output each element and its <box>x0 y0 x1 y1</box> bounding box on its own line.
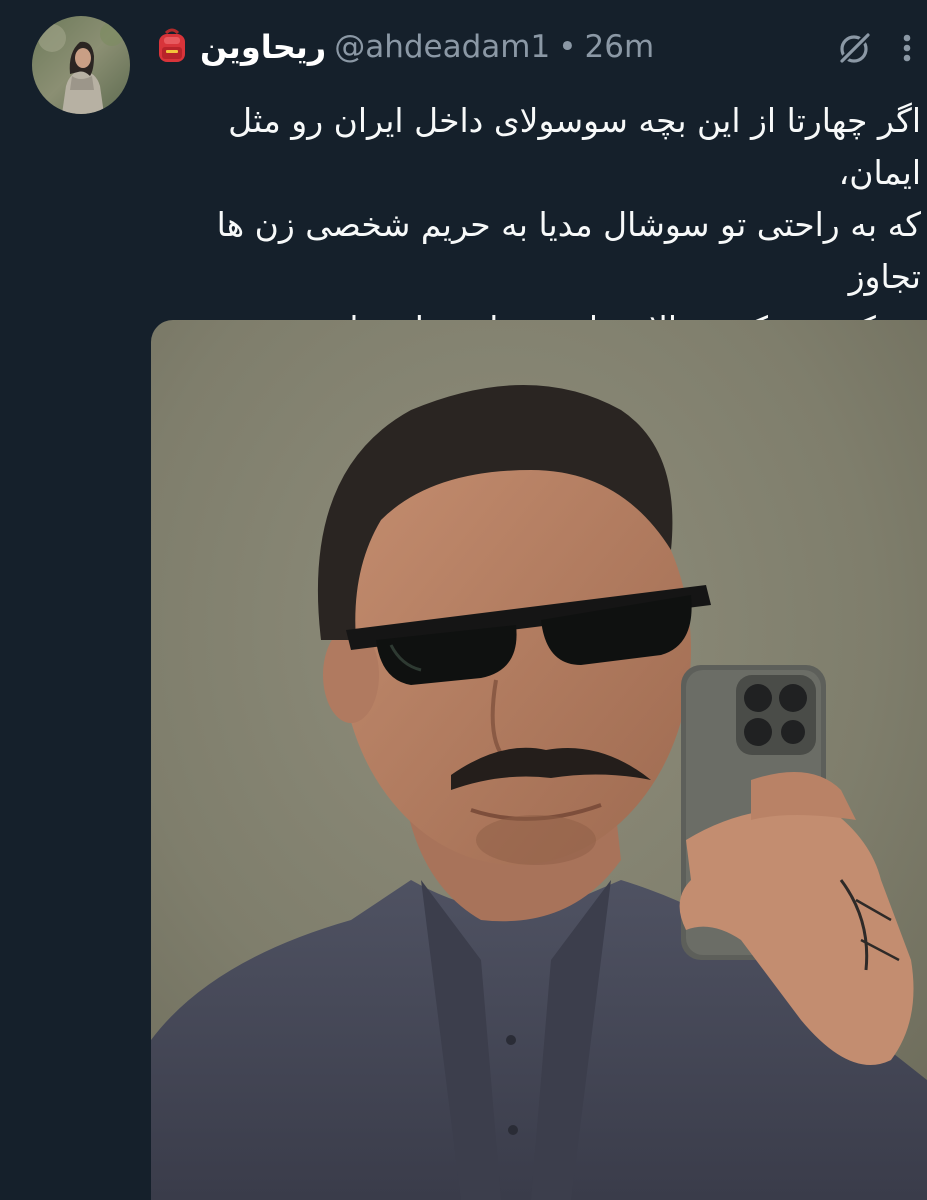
author-display-name[interactable]: ریحاوین <box>200 28 326 66</box>
avatar-image <box>32 16 130 114</box>
tweet-header: ریحاوین @ahdeadam1 • 26m <box>152 24 654 70</box>
more-options-icon[interactable] <box>895 28 919 72</box>
tweet: ریحاوین @ahdeadam1 • 26m اگر چهارتا از ا… <box>0 0 927 1200</box>
grok-icon[interactable] <box>835 28 875 72</box>
tweet-photo[interactable] <box>151 320 927 1200</box>
backpack-emoji-icon <box>152 25 192 69</box>
tweet-timestamp[interactable]: 26m <box>585 29 655 65</box>
author-avatar[interactable] <box>32 16 130 114</box>
tweet-actions-top <box>835 28 919 72</box>
separator-dot: • <box>558 29 577 65</box>
mirror-selfie-photo <box>151 320 927 1200</box>
author-handle[interactable]: @ahdeadam1 <box>334 29 550 65</box>
